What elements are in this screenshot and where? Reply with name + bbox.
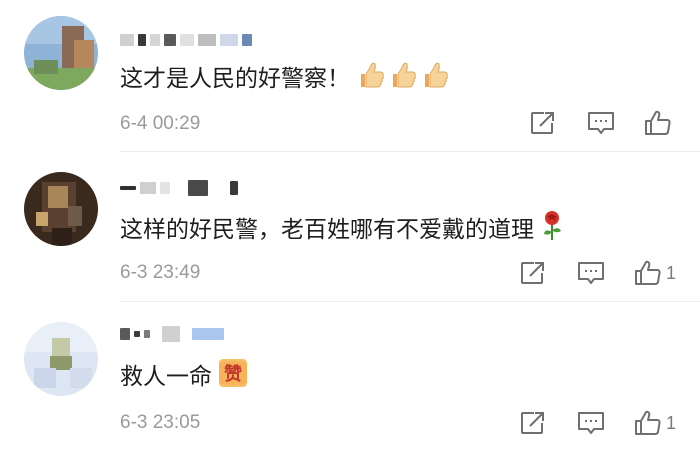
avatar[interactable] bbox=[24, 322, 98, 396]
zan-sticker-text: 赞 bbox=[223, 364, 242, 385]
username-obscured[interactable] bbox=[120, 180, 238, 196]
like-count: 1 bbox=[665, 412, 676, 433]
comment-actions bbox=[528, 108, 676, 138]
comment-time: 6-4 00:29 bbox=[120, 113, 201, 134]
comment-text-content: 这才是人民的好警察！ bbox=[120, 66, 350, 92]
comment-text-content: 这样的好民警，老百姓哪有不爱戴的道理 bbox=[120, 217, 534, 243]
share-icon bbox=[531, 111, 556, 134]
comment-text: 这样的好民警，老百姓哪有不爱戴的道理 bbox=[120, 210, 564, 250]
comment-item: 救人一命 赞 6-3 23:05 1 bbox=[0, 302, 700, 453]
comment-icon bbox=[577, 262, 604, 284]
like-count: 1 bbox=[665, 262, 676, 283]
rose-icon bbox=[540, 210, 564, 250]
comment-text: 这才是人民的好警察！ bbox=[120, 60, 450, 98]
share-button[interactable] bbox=[518, 258, 548, 288]
like-icon bbox=[634, 260, 661, 285]
reply-button[interactable] bbox=[586, 108, 616, 138]
comment-icon bbox=[588, 112, 614, 134]
username-obscured[interactable] bbox=[120, 326, 224, 342]
like-icon bbox=[634, 410, 661, 435]
like-button[interactable]: 1 bbox=[634, 408, 676, 438]
username-obscured[interactable] bbox=[120, 32, 252, 48]
zan-sticker-icon: 赞 bbox=[218, 358, 248, 396]
share-icon bbox=[520, 411, 546, 434]
reply-button[interactable] bbox=[576, 408, 606, 438]
avatar[interactable] bbox=[24, 172, 98, 246]
comment-time: 6-3 23:49 bbox=[120, 262, 201, 283]
comment-item: 这才是人民的好警察！ 6-4 00:29 bbox=[0, 0, 700, 152]
comment-text-content: 救人一命 bbox=[120, 364, 212, 390]
thumbs-up-icon bbox=[356, 60, 450, 98]
like-button[interactable]: 1 bbox=[634, 258, 676, 288]
share-button[interactable] bbox=[518, 408, 548, 438]
reply-button[interactable] bbox=[576, 258, 606, 288]
avatar[interactable] bbox=[24, 16, 98, 90]
like-button[interactable] bbox=[644, 108, 676, 138]
comment-actions: 1 bbox=[518, 258, 676, 288]
comment-actions: 1 bbox=[518, 408, 676, 438]
share-button[interactable] bbox=[528, 108, 558, 138]
comment-icon bbox=[577, 412, 604, 434]
comment-text: 救人一命 赞 bbox=[120, 358, 248, 396]
comment-item: 这样的好民警，老百姓哪有不爱戴的道理 6-3 23:49 1 bbox=[0, 152, 700, 302]
like-icon bbox=[645, 110, 671, 135]
share-icon bbox=[520, 261, 546, 284]
comment-time: 6-3 23:05 bbox=[120, 412, 201, 433]
